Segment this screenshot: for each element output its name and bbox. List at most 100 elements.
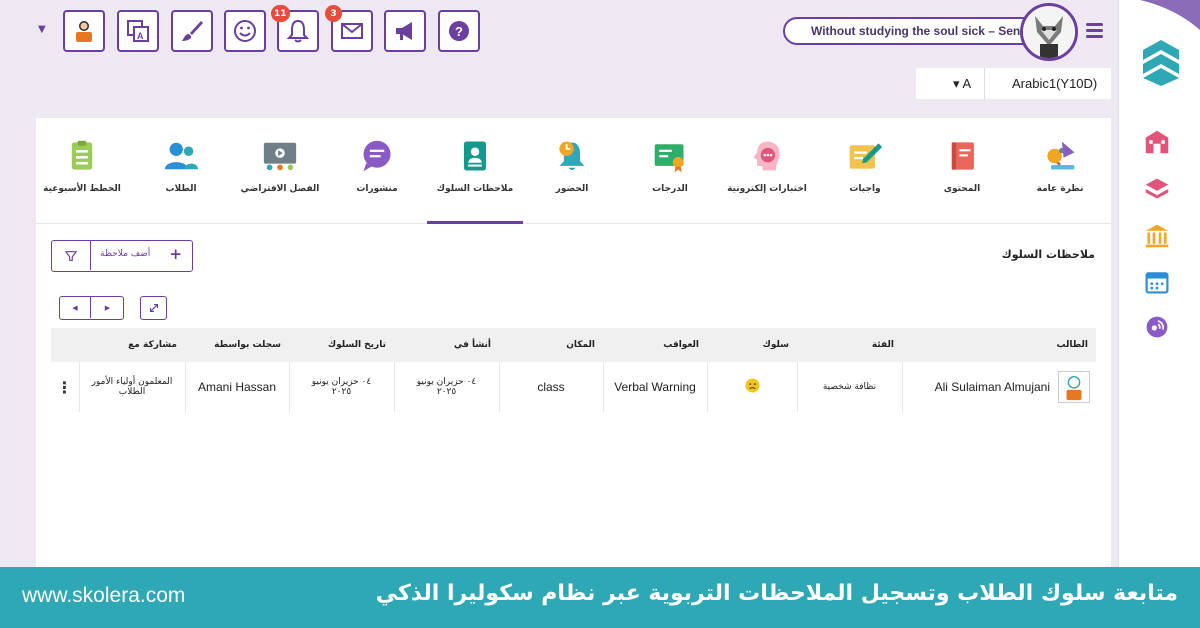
user-avatar[interactable] [1020,3,1078,61]
certificate-icon [650,136,690,176]
class-selector[interactable]: ▾ A Arabic1(Y10D) [916,68,1111,99]
tab-posts[interactable]: منشورات [329,136,425,194]
col-category[interactable]: الفئة [797,328,902,362]
broadcast-icon[interactable] [1142,312,1172,342]
tab-content[interactable]: المحتوى [914,136,1010,194]
filter-button[interactable] [52,241,91,270]
course-tabs: الخطط الأسبوعية الطلاب الفصل الافتراضي م… [36,118,1111,224]
cell-student: Ali Sulaiman Almujani [902,362,1096,412]
caret-left-icon: ◀ [72,303,78,312]
tab-label: الدرجات [652,184,688,194]
notifications-button[interactable]: 11 [271,5,319,52]
svg-text:?: ? [455,24,463,39]
tab-students[interactable]: الطلاب [133,136,229,194]
translate-button[interactable]: A [117,10,159,52]
menu-line [1086,35,1103,38]
scroll-left-button[interactable]: ◀ [60,297,91,318]
question-icon: ? [449,21,469,41]
section-title: ملاحظات السلوك [1001,248,1095,261]
chat-bubble-icon [357,136,397,176]
announcements-button[interactable] [384,10,426,52]
col-recorded-by[interactable]: سجلت بواسطة [185,328,289,362]
tab-label: منشورات [356,184,398,194]
col-created[interactable]: أنشأ في [394,328,499,362]
filter-icon [65,250,77,261]
promo-banner: www.skolera.com متابعة سلوك الطلاب وتسجي… [0,567,1200,628]
level-select[interactable]: ▾ A [953,76,971,92]
col-actions [51,328,79,362]
table-row[interactable]: Ali Sulaiman Almujani نظافة شخصية Verbal… [51,362,1096,412]
tab-label: الحضور [555,184,589,194]
student-avatar-icon [1058,371,1090,403]
menu-line [1086,23,1103,26]
tab-virtual-class[interactable]: الفصل الافتراضي [232,136,328,194]
plus-icon: + [169,245,182,263]
row-actions-menu[interactable]: ⋮ [51,362,80,412]
expand-icon [149,304,158,312]
class-name[interactable]: Arabic1(Y10D) [1012,76,1097,91]
book-icon [942,136,982,176]
add-note-label: أضف ملاحظة [100,249,151,259]
cell-created: ٠٤ حزيران يونيو ٢٠٢٥ [394,362,500,412]
col-consequence[interactable]: العواقب [603,328,707,362]
theme-button[interactable] [171,10,213,52]
assignment-pen-icon [845,136,885,176]
exam-head-icon [747,136,787,176]
main-panel: الخطط الأسبوعية الطلاب الفصل الافتراضي م… [36,118,1111,573]
col-behavior[interactable]: سلوك [707,328,797,362]
cell-consequence: Verbal Warning [603,362,708,412]
scroll-right-button[interactable]: ▶ [92,297,123,318]
messages-button[interactable]: 3 [325,5,373,52]
cell-location: class [499,362,604,412]
cell-behavior-date: ٠٤ حزيران يونيو ٢٠٢٥ [289,362,395,412]
fox-avatar-icon [1023,6,1075,58]
date-line: ٠٤ حزيران يونيو [416,377,477,387]
tab-attendance[interactable]: الحضور [524,136,620,194]
chevron-down-icon: ▾ [953,76,960,91]
website-url[interactable]: www.skolera.com [22,584,185,608]
corner-decoration [1140,0,1200,30]
virtual-class-icon [260,136,300,176]
cell-recorded-by: Amani Hassan [185,362,290,412]
messages-count-badge: 3 [325,5,342,22]
tab-label: اختبارات إلكترونية [727,184,807,194]
tab-weekly-plans[interactable]: الخطط الأسبوعية [34,136,130,194]
checklist-icon [62,136,102,176]
tab-online-exams[interactable]: اختبارات إلكترونية [719,136,815,194]
id-badge-icon [455,136,495,176]
daily-quote: Without studying the soul sick – Seneca [783,17,1051,45]
tab-label: الخطط الأسبوعية [43,184,121,194]
col-behavior-date[interactable]: تاريخ السلوك [289,328,394,362]
add-note-button[interactable]: أضف ملاحظة + [51,240,193,272]
tab-behavior-notes[interactable]: ملاحظات السلوك [427,136,523,224]
tab-label: الطلاب [165,184,197,194]
tab-grades[interactable]: الدرجات [622,136,718,194]
date-line: ٢٠٢٥ [331,387,352,397]
skolera-logo-icon[interactable] [1141,38,1181,86]
layers-icon[interactable] [1142,174,1172,204]
col-student[interactable]: الطالب [902,328,1096,362]
tab-assignments[interactable]: واجبات [817,136,913,194]
student-name[interactable]: Ali Sulaiman Almujani [935,380,1050,394]
date-line: ٠٤ حزيران يونيو [311,377,372,387]
users-icon [161,136,201,176]
account-dropdown-caret[interactable]: ▼ [38,24,46,35]
school-icon[interactable] [1142,127,1172,157]
expand-button[interactable] [140,296,167,320]
tab-label: نظرة عامة [1036,184,1084,194]
attendance-bell-icon [552,136,592,176]
help-button[interactable]: ? [438,10,480,52]
teacher-icon [76,21,92,42]
paintbrush-icon [182,21,203,41]
institution-icon[interactable] [1142,221,1172,251]
col-location[interactable]: المكان [499,328,603,362]
tab-overview[interactable]: نظرة عامة [1012,136,1108,194]
menu-button[interactable] [1086,23,1103,41]
teacher-profile-button[interactable] [63,10,105,52]
cell-shared-with: المعلمون أولياء الأمور الطلاب [79,362,186,412]
calendar-icon[interactable] [1142,267,1172,297]
col-shared-with[interactable]: مشاركة مع [79,328,185,362]
table-header-row: الطالب الفئة سلوك العواقب المكان أنشأ في… [51,328,1096,362]
mood-button[interactable] [224,10,266,52]
cell-category: نظافة شخصية [797,362,903,412]
